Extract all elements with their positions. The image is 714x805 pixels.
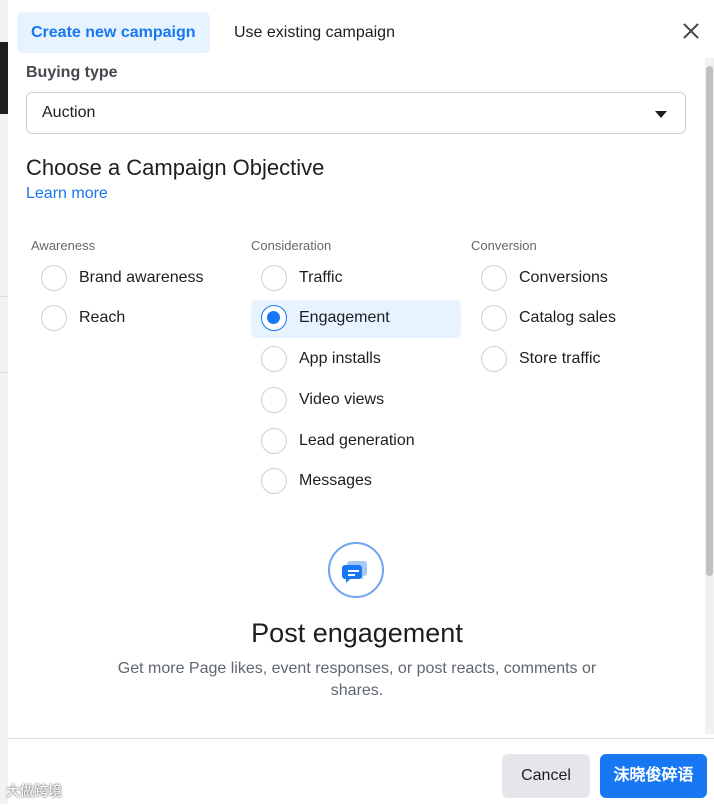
radio-button[interactable] bbox=[261, 387, 287, 413]
radio-button[interactable] bbox=[41, 265, 67, 291]
objective-option-engagement[interactable]: Engagement bbox=[251, 300, 461, 338]
objective-option-video-views[interactable]: Video views bbox=[251, 382, 461, 420]
objective-option-lead-generation[interactable]: Lead generation bbox=[251, 423, 461, 461]
tab-use-existing-campaign[interactable]: Use existing campaign bbox=[220, 12, 409, 53]
cancel-button[interactable]: Cancel bbox=[502, 754, 590, 798]
column-title-awareness: Awareness bbox=[31, 238, 96, 253]
buying-type-value: Auction bbox=[42, 104, 96, 121]
option-label: Store traffic bbox=[519, 350, 601, 367]
objective-option-messages[interactable]: Messages bbox=[251, 463, 461, 501]
background-app bbox=[0, 0, 8, 804]
close-icon[interactable] bbox=[680, 20, 702, 42]
objective-title: Choose a Campaign Objective bbox=[26, 155, 325, 180]
objective-option-conversions[interactable]: Conversions bbox=[471, 260, 681, 298]
objective-option-app-installs[interactable]: App installs bbox=[251, 341, 461, 379]
radio-button[interactable] bbox=[481, 265, 507, 291]
radio-button[interactable] bbox=[261, 265, 287, 291]
objective-option-catalog-sales[interactable]: Catalog sales bbox=[471, 300, 681, 338]
learn-more-link[interactable]: Learn more bbox=[26, 185, 108, 203]
create-campaign-dialog: Create new campaign Use existing campaig… bbox=[8, 0, 714, 804]
option-label: Video views bbox=[299, 391, 385, 408]
option-label: Catalog sales bbox=[519, 309, 616, 326]
scrollbar-thumb[interactable] bbox=[706, 66, 713, 576]
continue-button[interactable]: 沫晓俊碎语 bbox=[600, 754, 707, 798]
option-label: Reach bbox=[79, 309, 126, 326]
objective-detail-title: Post engagement bbox=[251, 618, 463, 648]
radio-button[interactable] bbox=[261, 468, 287, 494]
background-divider bbox=[0, 296, 8, 297]
tab-create-new-campaign[interactable]: Create new campaign bbox=[17, 12, 210, 53]
radio-button[interactable] bbox=[261, 428, 287, 454]
objective-detail-description: Get more Page likes, event responses, or… bbox=[117, 660, 597, 699]
buying-type-label: Buying type bbox=[26, 64, 118, 81]
option-label: Engagement bbox=[299, 309, 390, 326]
background-app-dark-region bbox=[0, 42, 8, 114]
radio-button[interactable] bbox=[261, 346, 287, 372]
caret-down-icon bbox=[655, 111, 667, 118]
buying-type-select[interactable]: Auction bbox=[26, 92, 686, 134]
option-label: Messages bbox=[299, 472, 372, 489]
radio-button[interactable] bbox=[41, 305, 67, 331]
option-label: Brand awareness bbox=[79, 269, 204, 286]
radio-button-selected[interactable] bbox=[261, 305, 287, 331]
objective-option-traffic[interactable]: Traffic bbox=[251, 260, 461, 298]
option-label: Lead generation bbox=[299, 432, 415, 449]
option-label: Conversions bbox=[519, 269, 608, 286]
dialog-footer: Cancel 沫晓俊碎语 bbox=[8, 738, 714, 805]
background-divider bbox=[0, 372, 8, 373]
column-title-consideration: Consideration bbox=[251, 238, 332, 253]
option-label: Traffic bbox=[299, 269, 343, 286]
objective-option-store-traffic[interactable]: Store traffic bbox=[471, 341, 681, 379]
column-title-conversion: Conversion bbox=[471, 238, 537, 253]
radio-button[interactable] bbox=[481, 305, 507, 331]
watermark-left: 大做跨境 bbox=[6, 783, 62, 799]
radio-button[interactable] bbox=[481, 346, 507, 372]
scrollbar[interactable] bbox=[705, 58, 714, 734]
option-label: App installs bbox=[299, 350, 381, 367]
objective-option-reach[interactable]: Reach bbox=[31, 300, 241, 338]
chat-bubbles-icon bbox=[328, 542, 384, 598]
objective-option-brand-awareness[interactable]: Brand awareness bbox=[31, 260, 241, 298]
